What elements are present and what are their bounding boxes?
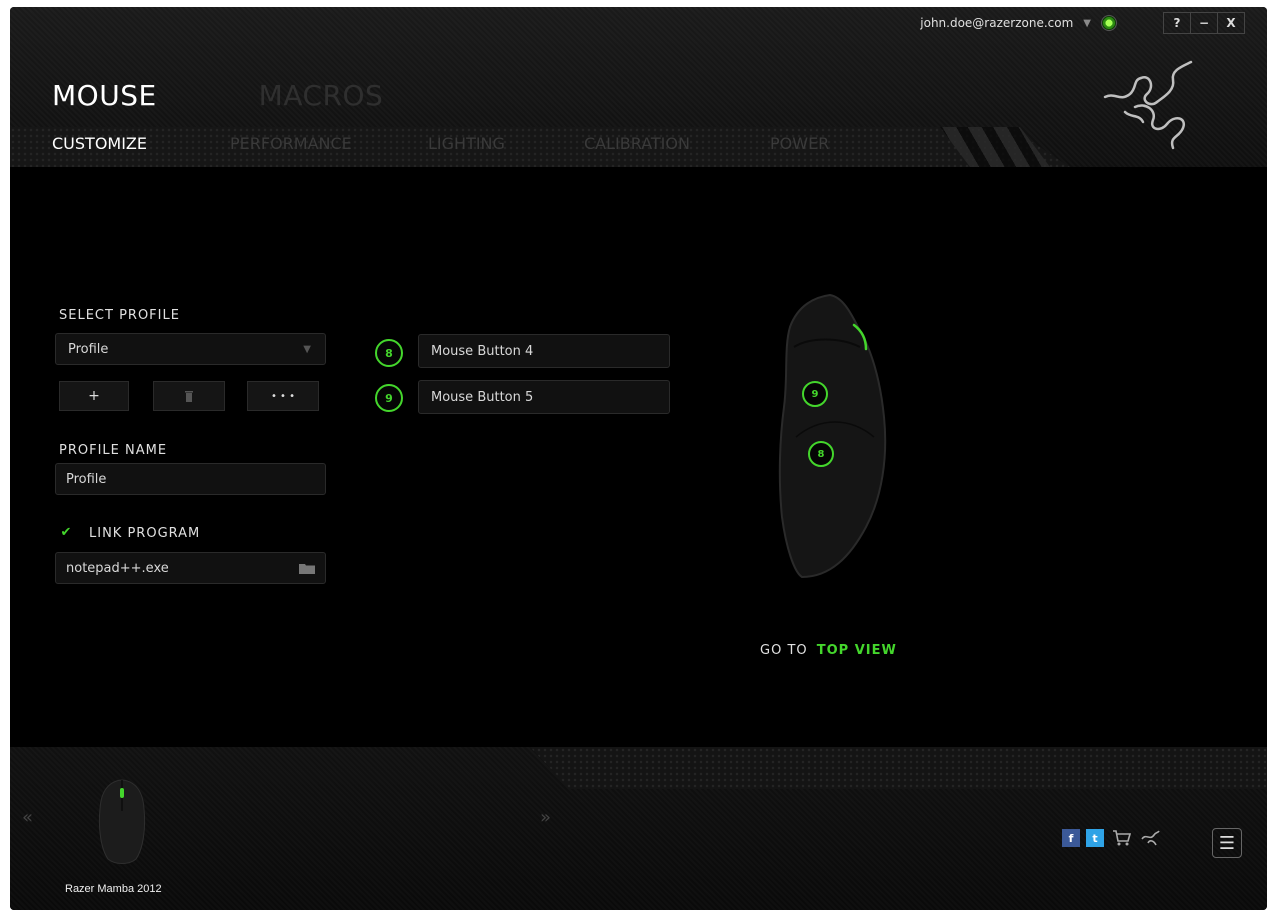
button-9-assignment[interactable]: Mouse Button 5 — [418, 380, 670, 414]
cart-icon[interactable] — [1112, 829, 1132, 847]
dropdown-icon[interactable]: ▼ — [1083, 18, 1091, 29]
mouse-side-view — [778, 293, 887, 579]
goto-label: GO TO — [760, 643, 808, 658]
profile-dropdown[interactable]: Profile ▼ — [55, 333, 326, 365]
folder-icon[interactable] — [299, 563, 315, 574]
close-button[interactable]: X — [1217, 13, 1244, 33]
trash-icon — [185, 390, 193, 402]
link-program-label: LINK PROGRAM — [89, 526, 201, 541]
help-button[interactable]: ? — [1164, 13, 1190, 33]
user-email[interactable]: john.doe@razerzone.com — [920, 16, 1073, 30]
more-options-button[interactable]: • • • — [247, 381, 319, 411]
checkmark-icon: ✔ — [60, 524, 72, 540]
mouse-button-9-marker[interactable]: 9 — [802, 381, 828, 407]
window-controls: ? − X — [1163, 12, 1245, 34]
footer-band — [530, 747, 1267, 789]
link-program-checkbox[interactable]: ✔ — [59, 524, 73, 540]
facebook-icon[interactable]: f — [1062, 829, 1080, 847]
next-device-arrow[interactable]: » — [540, 807, 551, 828]
user-bar: john.doe@razerzone.com ▼ — [920, 15, 1117, 31]
add-profile-button[interactable]: + — [59, 381, 129, 411]
twitter-icon[interactable]: t — [1086, 829, 1104, 847]
select-profile-label: SELECT PROFILE — [59, 308, 180, 323]
tab-power[interactable]: POWER — [770, 134, 829, 153]
device-thumbnail[interactable] — [95, 777, 149, 867]
header: john.doe@razerzone.com ▼ ? − X MOUSE MAC… — [10, 7, 1267, 167]
device-name: Razer Mamba 2012 — [65, 883, 162, 895]
razer-logo — [1103, 60, 1193, 150]
top-view-link[interactable]: TOP VIEW — [817, 643, 897, 658]
tab-performance[interactable]: PERFORMANCE — [230, 134, 428, 153]
razer-synapse-window: john.doe@razerzone.com ▼ ? − X MOUSE MAC… — [10, 7, 1267, 910]
profile-selected: Profile — [68, 341, 109, 357]
sub-tabs: CUSTOMIZE PERFORMANCE LIGHTING CALIBRATI… — [52, 134, 829, 153]
prev-device-arrow[interactable]: « — [22, 807, 33, 828]
menu-icon[interactable]: ☰ — [1212, 828, 1242, 858]
delete-profile-button[interactable] — [153, 381, 225, 411]
razer-small-icon[interactable] — [1140, 829, 1160, 847]
tab-customize[interactable]: CUSTOMIZE — [52, 134, 230, 153]
status-icon — [1101, 15, 1117, 31]
minimize-button[interactable]: − — [1190, 13, 1217, 33]
program-path-field[interactable]: notepad++.exe — [55, 552, 326, 584]
footer: « » Razer Mamba 2012 f t ☰ — [10, 747, 1267, 910]
button-8-badge: 8 — [375, 339, 403, 367]
tab-macros[interactable]: MACROS — [259, 79, 384, 112]
program-name: notepad++.exe — [66, 560, 169, 576]
main-tabs: MOUSE MACROS — [52, 79, 383, 112]
mouse-button-8-marker[interactable]: 8 — [808, 441, 834, 467]
tab-calibration[interactable]: CALIBRATION — [584, 134, 770, 153]
customize-panel: SELECT PROFILE Profile ▼ + • • • PROFILE… — [10, 167, 1267, 747]
profile-name-label: PROFILE NAME — [59, 443, 168, 458]
chevron-down-icon: ▼ — [303, 343, 311, 355]
tab-mouse[interactable]: MOUSE — [52, 79, 157, 112]
button-9-badge: 9 — [375, 384, 403, 412]
button-8-assignment[interactable]: Mouse Button 4 — [418, 334, 670, 368]
profile-name-input[interactable]: Profile — [55, 463, 326, 495]
tab-lighting[interactable]: LIGHTING — [428, 134, 584, 153]
view-switch: GO TO TOP VIEW — [760, 643, 897, 658]
